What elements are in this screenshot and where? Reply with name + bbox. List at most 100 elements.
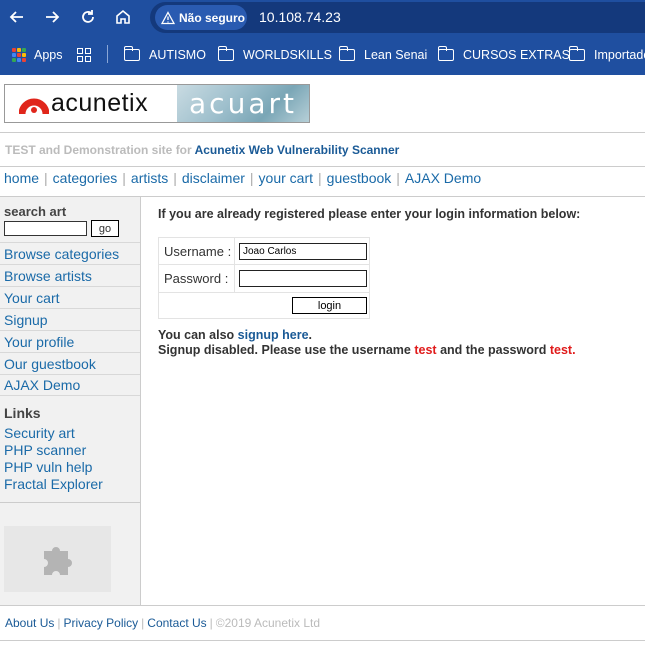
home-button[interactable] — [111, 5, 135, 29]
sidebar-item-ajax-demo[interactable]: AJAX Demo — [0, 374, 140, 396]
signup-suffix: . — [308, 328, 312, 342]
footer-separator: | — [57, 616, 61, 630]
security-indicator[interactable]: Não seguro — [155, 5, 247, 30]
footer-privacy-link[interactable]: Privacy Policy — [63, 616, 138, 630]
acuart-banner: acuart — [177, 85, 309, 122]
back-arrow-icon — [9, 11, 23, 23]
bookmark-tiles[interactable] — [77, 45, 91, 65]
tagline: TEST and Demonstration site for Acunetix… — [5, 143, 399, 157]
bookmark-folder-worldskills[interactable]: WORLDSKILLS — [217, 45, 332, 65]
bookmark-label: WORLDSKILLS — [243, 48, 332, 62]
acunetix-logo: acunetix — [5, 85, 177, 122]
link-security-art[interactable]: Security art — [4, 425, 103, 442]
security-label: Não seguro — [179, 10, 246, 25]
warning-triangle-icon — [161, 10, 175, 24]
nav-artists[interactable]: artists — [131, 170, 168, 186]
divider — [0, 605, 645, 606]
browser-toolbar: Não seguro 10.108.74.23 — [0, 0, 645, 35]
nav-disclaimer[interactable]: disclaimer — [182, 170, 245, 186]
bookmark-label: AUTISMO — [149, 48, 206, 62]
nav-categories[interactable]: categories — [53, 170, 118, 186]
puzzle-piece-icon — [43, 547, 72, 575]
forward-arrow-icon — [46, 11, 60, 23]
disabled-mid: and the password — [440, 343, 547, 357]
url-text[interactable]: 10.108.74.23 — [259, 9, 341, 25]
login-instructions: If you are already registered please ent… — [158, 207, 581, 221]
folder-icon — [338, 46, 355, 61]
signup-link[interactable]: signup here — [238, 328, 309, 342]
search-label: search art — [4, 204, 67, 219]
tagline-scanner-link[interactable]: Acunetix Web Vulnerability Scanner — [195, 143, 400, 157]
username-label: Username : — [164, 244, 232, 259]
footer-contact-link[interactable]: Contact Us — [147, 616, 206, 630]
footer-copyright: ©2019 Acunetix Ltd — [215, 616, 321, 630]
forward-button[interactable] — [40, 5, 64, 29]
folder-icon — [568, 46, 585, 61]
sidebar-item-browse-artists[interactable]: Browse artists — [0, 264, 140, 286]
bookmark-label: Importado — [594, 48, 645, 62]
reload-icon — [82, 10, 94, 23]
reload-button[interactable] — [76, 5, 100, 29]
username-field[interactable]: Joao Carlos — [239, 243, 367, 260]
nav-separator: | — [318, 170, 322, 186]
nav-separator: | — [249, 170, 254, 186]
password-label: Password : — [164, 271, 229, 286]
table-divider — [159, 264, 369, 265]
home-icon — [116, 9, 130, 24]
login-form: Username : Joao Carlos Password : login — [158, 237, 370, 319]
bookmark-apps-label: Apps — [34, 48, 63, 62]
logo-brand-text: acunetix — [51, 89, 149, 117]
folder-icon — [217, 46, 234, 61]
nav-home[interactable]: home — [4, 170, 39, 186]
back-button[interactable] — [5, 5, 29, 29]
sidebar-item-browse-categories[interactable]: Browse categories — [0, 242, 140, 264]
apps-grid-icon — [12, 48, 26, 62]
test-password: test — [549, 343, 573, 357]
signup-message: You can also signup here. — [158, 328, 312, 342]
footer-separator: | — [209, 616, 213, 630]
footer-separator: | — [141, 616, 145, 630]
sidebar-divider — [0, 502, 140, 503]
tagline-prefix: TEST and Demonstration site for — [5, 143, 192, 157]
nav-guestbook[interactable]: guestbook — [327, 170, 392, 186]
nav-separator: | — [396, 170, 400, 186]
nav-ajax-demo[interactable]: AJAX Demo — [405, 170, 481, 186]
acunetix-mark-icon — [19, 98, 49, 114]
folder-icon — [123, 46, 140, 61]
nav-your-cart[interactable]: your cart — [259, 170, 313, 186]
password-field[interactable] — [239, 270, 367, 287]
search-input[interactable] — [4, 221, 87, 236]
bookmark-folder-lean-senai[interactable]: Lean Senai — [338, 45, 427, 65]
sidebar-item-guestbook[interactable]: Our guestbook — [0, 352, 140, 374]
missing-plugin-placeholder[interactable] — [4, 526, 111, 592]
disabled-suffix: . — [572, 343, 576, 357]
bookmark-folder-importado[interactable]: Importado — [568, 45, 645, 65]
sidebar: search art go Browse categories Browse a… — [0, 197, 141, 605]
nav-separator: | — [44, 170, 48, 186]
bookmark-folder-autismo[interactable]: AUTISMO — [123, 45, 206, 65]
links-list: Security art PHP scanner PHP vuln help F… — [4, 425, 103, 493]
nav-separator: | — [173, 170, 177, 186]
disabled-prefix: Signup disabled. Please use the username — [158, 343, 411, 357]
sidebar-item-your-profile[interactable]: Your profile — [0, 330, 140, 352]
login-button[interactable]: login — [292, 297, 367, 314]
link-php-vuln-help[interactable]: PHP vuln help — [4, 459, 103, 476]
bookmarks-separator — [107, 45, 108, 63]
go-button[interactable]: go — [91, 220, 119, 237]
link-php-scanner[interactable]: PHP scanner — [4, 442, 103, 459]
link-fractal-explorer[interactable]: Fractal Explorer — [4, 476, 103, 493]
test-username: test — [414, 343, 437, 357]
sidebar-menu: Browse categories Browse artists Your ca… — [0, 242, 140, 396]
table-divider — [159, 292, 369, 293]
divider — [0, 132, 645, 133]
site-logo[interactable]: acunetix acuart — [4, 84, 310, 123]
nav-separator: | — [122, 170, 126, 186]
bookmark-folder-cursos-extras[interactable]: CURSOS EXTRAS — [437, 45, 570, 65]
sidebar-item-signup[interactable]: Signup — [0, 308, 140, 330]
bookmark-apps[interactable]: Apps — [12, 45, 63, 65]
footer-about-link[interactable]: About Us — [5, 616, 54, 630]
footer: About Us | Privacy Policy | Contact Us | ©2019… — [5, 616, 320, 630]
sidebar-item-your-cart[interactable]: Your cart — [0, 286, 140, 308]
bookmarks-bar: Apps AUTISMO WORLDSKILLS Lean Senai CURS… — [0, 35, 645, 75]
signup-prefix: You can also — [158, 328, 235, 342]
